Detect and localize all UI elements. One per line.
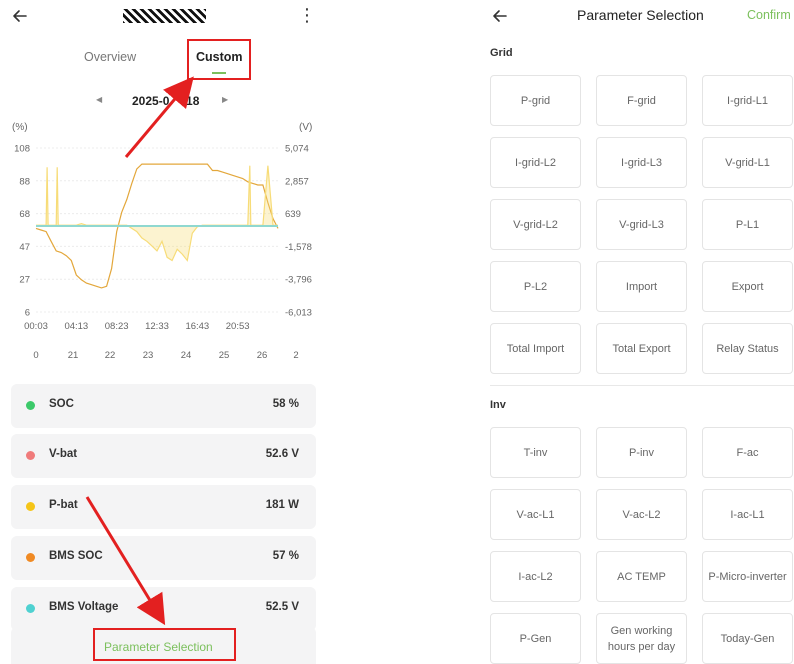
parameter-option[interactable]: V-ac-L2: [596, 489, 687, 540]
parameter-option[interactable]: P-grid: [490, 75, 581, 126]
parameter-option[interactable]: P-L2: [490, 261, 581, 312]
parameter-option[interactable]: F-ac: [702, 427, 793, 478]
parameter-option[interactable]: P-L1: [702, 199, 793, 250]
parameter-option[interactable]: Gen working hours per day: [596, 613, 687, 664]
section-divider: [490, 385, 794, 386]
parameter-option[interactable]: AC TEMP: [596, 551, 687, 602]
annotation-arrow-to-custom-tab: [124, 76, 194, 158]
parameter-option[interactable]: Import: [596, 261, 687, 312]
parameter-option[interactable]: I-grid-L1: [702, 75, 793, 126]
custom-chart-screen: ⋮ Overview Custom ◀ 2025-0 18 ▶ (%) (V) …: [0, 0, 330, 664]
parameter-option[interactable]: Relay Status: [702, 323, 793, 374]
parameter-option[interactable]: F-grid: [596, 75, 687, 126]
annotation-arrow-to-parameter-selection: [85, 496, 166, 626]
parameter-option[interactable]: Total Export: [596, 323, 687, 374]
parameter-option[interactable]: Export: [702, 261, 793, 312]
parameter-option[interactable]: V-ac-L1: [490, 489, 581, 540]
section-title: Grid: [490, 47, 513, 59]
parameter-option[interactable]: I-ac-L1: [702, 489, 793, 540]
parameter-option[interactable]: V-grid-L2: [490, 199, 581, 250]
back-arrow-icon[interactable]: [490, 6, 510, 26]
parameter-option[interactable]: T-inv: [490, 427, 581, 478]
annotation-arrows: [85, 76, 194, 626]
parameter-option[interactable]: P-Gen: [490, 613, 581, 664]
page-title: Parameter Selection: [577, 7, 704, 23]
section-title: Inv: [490, 399, 506, 411]
parameter-option[interactable]: I-ac-L2: [490, 551, 581, 602]
parameter-option[interactable]: V-grid-L1: [702, 137, 793, 188]
parameter-option[interactable]: V-grid-L3: [596, 199, 687, 250]
parameter-option[interactable]: Today-Gen: [702, 613, 793, 664]
parameter-option[interactable]: P-Micro-inverter: [702, 551, 793, 602]
parameter-option[interactable]: P-inv: [596, 427, 687, 478]
parameter-option[interactable]: Total Import: [490, 323, 581, 374]
parameter-option[interactable]: I-grid-L2: [490, 137, 581, 188]
parameter-option[interactable]: I-grid-L3: [596, 137, 687, 188]
parameter-selection-screen: Parameter Selection Confirm Grid P-grid F-…: [470, 0, 794, 664]
confirm-button[interactable]: Confirm: [747, 8, 791, 22]
